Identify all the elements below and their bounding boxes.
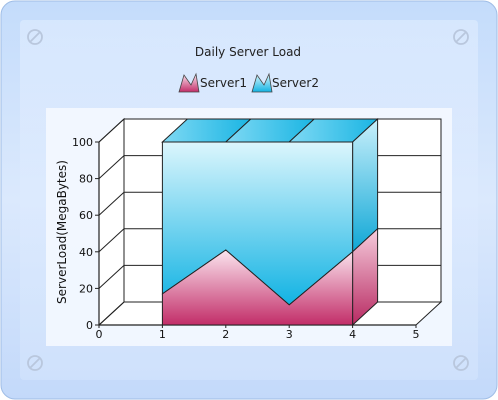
legend-label-server2: Server2 xyxy=(272,76,319,90)
plot-area: 0 20 40 60 80 100 0 1 2 3 4 5 xyxy=(72,117,443,341)
x-tick-label: 4 xyxy=(349,328,356,341)
x-tick-label: 1 xyxy=(159,328,166,341)
x-tick-label: 0 xyxy=(96,328,103,341)
x-tick-label: 3 xyxy=(286,328,293,341)
x-tick-label: 2 xyxy=(222,328,229,341)
y-tick-label: 0 xyxy=(86,319,93,332)
chart-frame: Daily Server Load Server1 Server2 Server… xyxy=(0,0,498,400)
chart-title: Daily Server Load xyxy=(195,45,301,59)
y-tick-label: 60 xyxy=(79,209,93,222)
y-tick-label: 40 xyxy=(79,246,93,259)
y-tick-label: 100 xyxy=(72,136,93,149)
y-tick-label: 80 xyxy=(79,173,93,186)
side-wall xyxy=(98,117,125,327)
y-axis-title: ServerLoad(MegaBytes) xyxy=(55,160,69,304)
y-tick-label: 20 xyxy=(79,282,93,295)
x-tick-label: 5 xyxy=(413,328,420,341)
legend-label-server1: Server1 xyxy=(200,76,247,90)
